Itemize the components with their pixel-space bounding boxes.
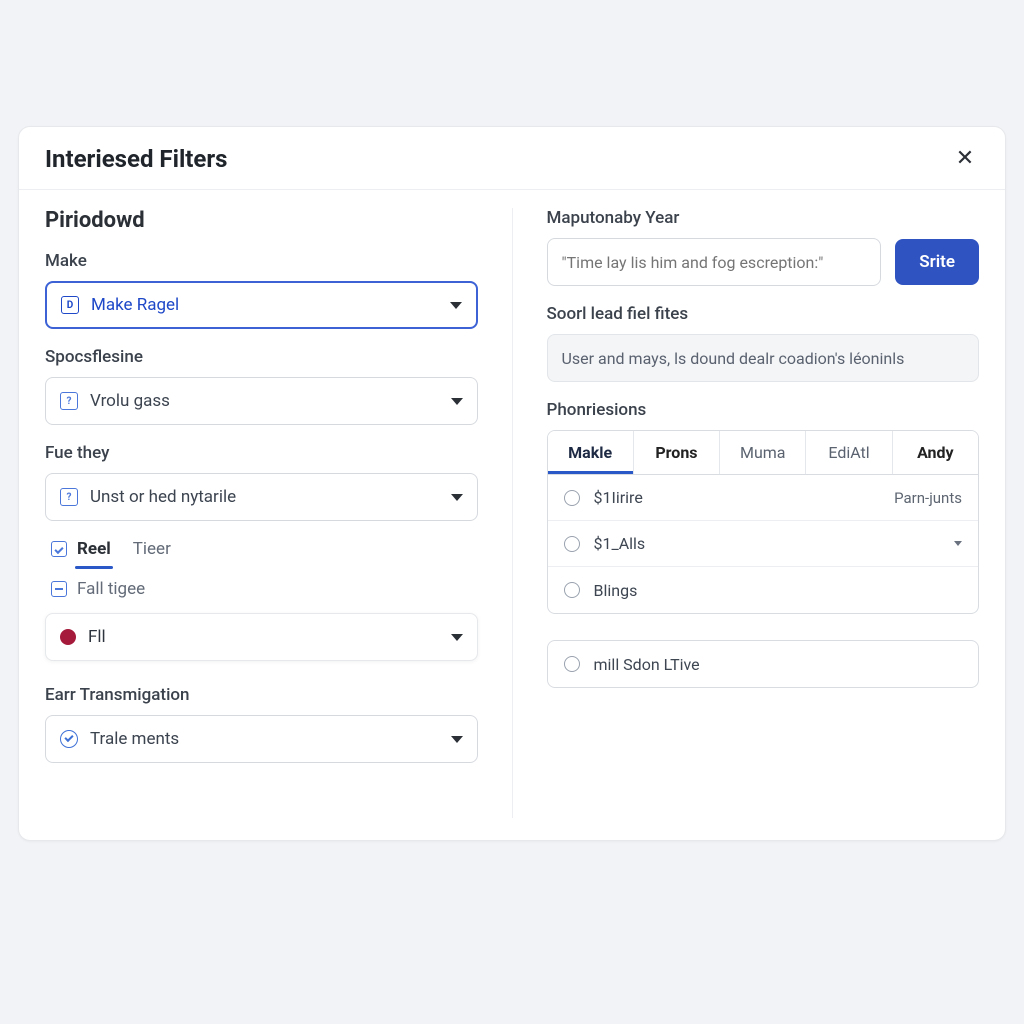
square-question-icon: ? [60,392,78,410]
field-phon: Phonriesions Makle Prons Muma EdiAtl And… [547,400,980,688]
chevron-down-icon [450,302,462,309]
status-dot-icon [60,629,76,645]
chip-tieer-label: Tieer [133,539,171,559]
field-spocs: Spocsflesine ? Vrolu gass [45,347,478,425]
radio-icon [564,490,580,506]
earr-select-value: Trale ments [90,729,179,749]
option-row[interactable]: $1_Alls [548,521,979,567]
chevron-down-icon [451,398,463,405]
field-label-earr: Earr Transmigation [45,685,478,705]
spocs-select[interactable]: ? Vrolu gass [45,377,478,425]
fue-chip-row: Reel Tieer [45,535,478,565]
option-row[interactable]: $1Iirire Parn-junts [548,475,979,521]
right-column: Maputonaby Year Srite Soorl lead fiel fi… [547,208,980,818]
check-circle-icon [60,730,78,748]
tab-andy[interactable]: Andy [893,431,978,474]
tab-muma[interactable]: Muma [720,431,806,474]
checkbox-mixed-icon [51,581,67,597]
field-label-year: Maputonaby Year [547,208,980,228]
field-label-make: Make [45,251,478,271]
square-d-icon: D [61,296,79,314]
chip-fall[interactable]: Fall tigee [51,579,145,599]
chip-tieer[interactable]: Tieer [133,539,171,559]
option-row[interactable]: mill Sdon LTive [548,641,979,687]
chevron-down-icon [954,541,962,546]
close-button[interactable]: ✕ [951,145,979,173]
soorl-value: User and mays, ls dound dealr coadion's … [562,349,905,368]
chip-reel-label: Reel [77,539,111,559]
make-select[interactable]: D Make Ragel [45,281,478,329]
modal-body: Piriodowd Make D Make Ragel Spocsflesine… [19,190,1005,840]
phon-option-list: $1Iirire Parn-junts $1_Alls Blings [547,475,980,614]
make-select-value: Make Ragel [91,295,179,315]
checkbox-icon [51,541,67,557]
field-earr: Earr Transmigation Trale ments [45,685,478,763]
close-icon: ✕ [956,146,974,171]
year-input[interactable] [547,238,882,286]
spocs-select-value: Vrolu gass [90,391,170,411]
fue-select-value: Unst or hed nytarile [90,487,236,507]
phon-tabs: Makle Prons Muma EdiAtl Andy [547,430,980,475]
chevron-down-icon [451,634,463,641]
field-year: Maputonaby Year Srite [547,208,980,286]
chip-fall-label: Fall tigee [77,579,145,599]
chip-reel[interactable]: Reel [51,539,111,559]
field-label-phon: Phonriesions [547,400,980,420]
radio-icon [564,536,580,552]
tab-makle[interactable]: Makle [548,431,634,474]
field-make: Make D Make Ragel [45,251,478,329]
field-fue: Fue they ? Unst or hed nytarile Reel Tie… [45,443,478,661]
option-extra: Parn-junts [894,489,962,507]
soorl-readonly: User and mays, ls dound dealr coadion's … [547,334,980,382]
fue-select[interactable]: ? Unst or hed nytarile [45,473,478,521]
fil-select[interactable]: Fll [45,613,478,661]
field-soorl: Soorl lead fiel fites User and mays, ls … [547,304,980,382]
chevron-down-icon [451,494,463,501]
modal-title: Interiesed Filters [45,145,228,173]
fil-label: Fll [88,627,106,647]
radio-icon [564,582,580,598]
fue-chip-row-2: Fall tigee [45,575,478,605]
section-title: Piriodowd [45,208,478,233]
tab-ediatl[interactable]: EdiAtl [806,431,892,474]
radio-icon [564,656,580,672]
year-row: Srite [547,238,980,286]
earr-select[interactable]: Trale ments [45,715,478,763]
square-question-icon: ? [60,488,78,506]
chevron-down-icon [451,736,463,743]
option-label: Blings [594,581,638,600]
field-label-spocs: Spocsflesine [45,347,478,367]
option-label: $1Iirire [594,488,643,507]
field-label-fue: Fue they [45,443,478,463]
tab-prons[interactable]: Prons [634,431,720,474]
option-label: mill Sdon LTive [594,655,700,674]
filters-modal: Interiesed Filters ✕ Piriodowd Make D Ma… [18,126,1006,841]
left-column: Piriodowd Make D Make Ragel Spocsflesine… [45,208,513,818]
field-label-soorl: Soorl lead fiel fites [547,304,980,324]
option-row[interactable]: Blings [548,567,979,613]
srite-button[interactable]: Srite [895,239,979,285]
phon-standalone: mill Sdon LTive [547,640,980,688]
option-label: $1_Alls [594,534,646,553]
modal-header: Interiesed Filters ✕ [19,127,1005,190]
